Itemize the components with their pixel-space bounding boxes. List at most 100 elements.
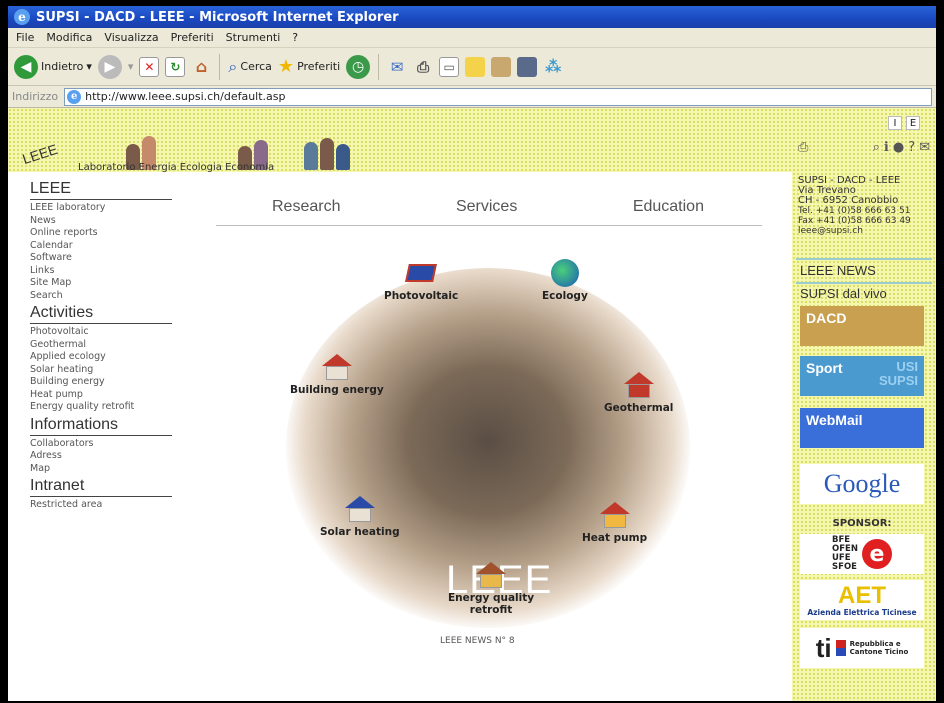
sponsor-aet[interactable]: AET Azienda Elettrica Ticinese [800, 580, 924, 620]
menu-modifica[interactable]: Modifica [46, 31, 92, 44]
sponsor-ticino[interactable]: ti Repubblica e Cantone Ticino [800, 628, 924, 668]
link-site-map[interactable]: Site Map [30, 277, 172, 290]
address-bar: Indirizzo e http://www.leee.supsi.ch/def… [8, 86, 936, 108]
globe-icon[interactable]: ● [893, 140, 904, 155]
sponsor-bfe[interactable]: BFE OFEN UFE SFOE e [800, 534, 924, 574]
energy-logo-icon: e [861, 539, 892, 569]
toolbar: ◀ Indietro ▾ ▶ ▾ ✕ ↻ ⌂ ⌕ Cerca ★ Preferi… [8, 48, 936, 86]
forward-button[interactable]: ▶ [97, 54, 122, 79]
contact-email[interactable]: leee@supsi.ch [798, 226, 932, 236]
messenger-icon[interactable] [517, 56, 538, 77]
favorites-button[interactable]: ★ Preferiti [278, 56, 340, 77]
section-title-leee: LEEE [30, 180, 172, 200]
link-links[interactable]: Links [30, 265, 172, 278]
link-adress[interactable]: Adress [30, 450, 172, 463]
link-energy-quality-retrofit[interactable]: Energy quality retrofit [30, 401, 172, 414]
nav-research[interactable]: Research [272, 198, 340, 225]
stop-icon[interactable]: ✕ [139, 56, 160, 77]
info-icon[interactable]: ℹ [884, 140, 889, 155]
mail-icon[interactable]: ✉ [387, 57, 407, 77]
menu-preferiti[interactable]: Preferiti [171, 31, 214, 44]
search-button[interactable]: ⌕ Cerca [228, 57, 272, 77]
edit-icon[interactable]: ▭ [439, 56, 460, 77]
activity-photovoltaic[interactable]: Photovoltaic [384, 258, 458, 302]
activity-label: retrofit [469, 604, 513, 616]
link-solar-heating[interactable]: Solar heating [30, 364, 172, 377]
activity-solar-heating[interactable]: Solar heating [320, 494, 400, 538]
mail-icon[interactable]: ✉ [919, 140, 930, 155]
menu-file[interactable]: File [16, 31, 34, 44]
ie-icon: e [14, 9, 30, 25]
link-online-reports[interactable]: Online reports [30, 227, 172, 240]
banner-label: USI [896, 359, 918, 374]
nav-services[interactable]: Services [456, 198, 517, 225]
leee-news-link[interactable]: LEEE NEWS [800, 263, 876, 278]
supsi-dal-vivo-link[interactable]: SUPSI dal vivo [800, 286, 887, 301]
link-applied-ecology[interactable]: Applied ecology [30, 351, 172, 364]
link-heat-pump[interactable]: Heat pump [30, 389, 172, 402]
toolbar-separator [378, 53, 380, 80]
home-icon[interactable]: ⌂ [191, 57, 211, 77]
link-geothermal[interactable]: Geothermal [30, 339, 172, 352]
contact-info: SUPSI - DACD - LEEE Via Trevano CH - 695… [798, 176, 932, 237]
link-restricted-area[interactable]: Restricted area [30, 499, 172, 512]
link-map[interactable]: Map [30, 463, 172, 476]
heat-pump-icon [598, 500, 632, 530]
sponsor-text: Cantone Ticino [849, 648, 909, 656]
solar-panel-icon [404, 258, 438, 288]
chevron-down-icon[interactable]: ▾ [128, 60, 134, 73]
link-photovoltaic[interactable]: Photovoltaic [30, 326, 172, 339]
discuss-icon[interactable]: ⁂ [543, 57, 563, 77]
window-title: SUPSI - DACD - LEEE - Microsoft Internet… [36, 9, 399, 25]
back-arrow-icon: ◀ [14, 54, 38, 79]
link-building-energy[interactable]: Building energy [30, 376, 172, 389]
folder-icon[interactable] [465, 56, 486, 77]
favorites-label: Preferiti [297, 60, 341, 73]
link-software[interactable]: Software [30, 252, 172, 265]
print-icon[interactable]: ⎙ [798, 140, 808, 155]
activity-label: Geothermal [604, 402, 674, 414]
menu-bar: File Modifica Visualizza Preferiti Strum… [8, 28, 936, 48]
activity-geothermal[interactable]: Geothermal [604, 370, 673, 414]
activity-energy-quality-retrofit[interactable]: Energy quality retrofit [448, 560, 534, 616]
back-button[interactable]: ◀ Indietro ▾ [14, 54, 92, 79]
webmail-banner[interactable]: WebMail [800, 408, 924, 448]
contact-fax: Fax +41 (0)58 666 63 49 [798, 216, 911, 226]
chevron-down-icon[interactable]: ▾ [86, 60, 92, 73]
activity-heat-pump[interactable]: Heat pump [582, 500, 647, 544]
lang-italian[interactable]: I [888, 116, 902, 130]
utility-icons: ⎙ ⌕ ℹ ● ? ✉ [792, 140, 936, 155]
sport-banner[interactable]: Sport USI SUPSI [800, 356, 924, 396]
print-icon[interactable]: ⎙ [413, 57, 433, 77]
refresh-icon[interactable]: ↻ [165, 56, 186, 77]
address-input[interactable]: e http://www.leee.supsi.ch/default.asp [64, 87, 932, 106]
sponsor-logo-text: AET [838, 581, 886, 609]
link-collaborators[interactable]: Collaborators [30, 438, 172, 451]
house-geothermal-icon [622, 370, 656, 400]
dacd-banner[interactable]: DACD [800, 306, 924, 346]
tagline: Laboratorio Energia Ecologia Economia [78, 162, 275, 173]
activity-label: Building energy [290, 384, 384, 396]
activity-ecology[interactable]: Ecology [542, 258, 588, 302]
google-banner[interactable]: Google [800, 464, 924, 504]
link-news[interactable]: News [30, 215, 172, 228]
menu-strumenti[interactable]: Strumenti [226, 31, 281, 44]
activity-building-energy[interactable]: Building energy [290, 352, 384, 396]
history-icon[interactable]: ◷ [346, 54, 371, 79]
link-leee-laboratory[interactable]: LEEE laboratory [30, 202, 172, 215]
help-icon[interactable]: ? [908, 140, 915, 155]
solar-collector-icon [343, 494, 377, 524]
news-footer-link[interactable]: LEEE NEWS N° 8 [440, 636, 515, 646]
link-calendar[interactable]: Calendar [30, 240, 172, 253]
link-search[interactable]: Search [30, 290, 172, 303]
banner-label: SUPSI [878, 373, 918, 388]
search-icon[interactable]: ⌕ [873, 140, 880, 155]
retrofit-house-icon [474, 560, 508, 590]
research-icon[interactable] [491, 56, 512, 77]
lang-english[interactable]: E [906, 116, 920, 130]
language-switch: I E [888, 116, 920, 130]
banner-label: Sport [806, 360, 843, 376]
menu-visualizza[interactable]: Visualizza [104, 31, 158, 44]
menu-help[interactable]: ? [292, 31, 298, 44]
nav-education[interactable]: Education [633, 198, 704, 225]
